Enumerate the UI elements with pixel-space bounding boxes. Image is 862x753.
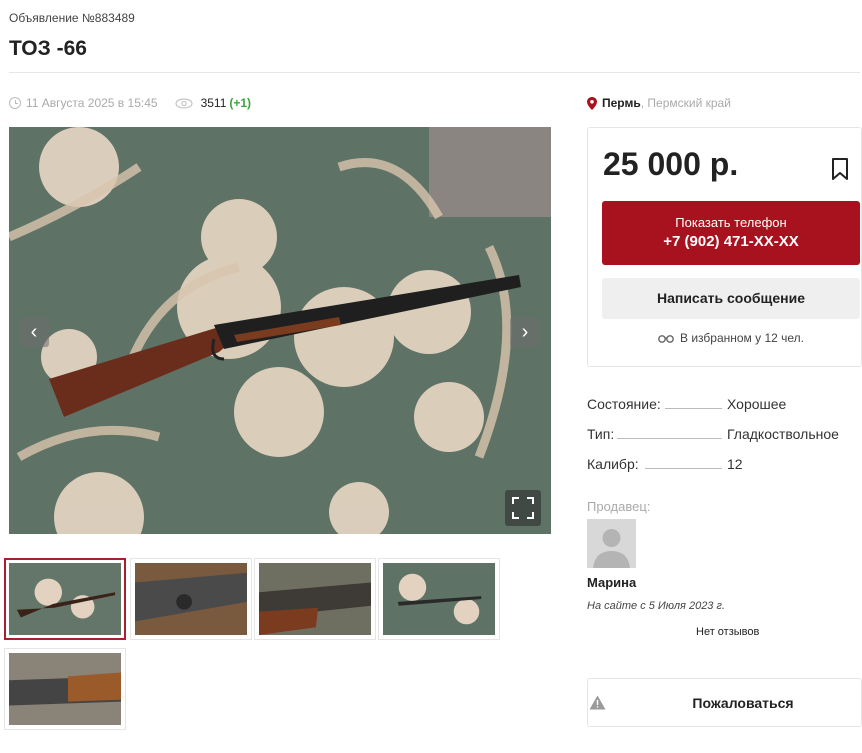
attribute-value: Гладкоствольное xyxy=(727,426,839,442)
gallery-thumbnail[interactable] xyxy=(254,558,376,640)
seller-label: Продавец: xyxy=(587,499,651,514)
favorites-count: В избранном у 12 чел. xyxy=(658,331,804,345)
views-delta: (+1) xyxy=(229,96,252,110)
thumbnail-image xyxy=(135,563,247,635)
show-phone-label: Показать телефон xyxy=(675,215,787,230)
location-region: , Пермский край xyxy=(640,96,731,110)
attribute-key: Состояние: xyxy=(587,396,661,412)
attribute-leader xyxy=(617,438,722,439)
attribute-value: Хорошее xyxy=(727,396,787,412)
thumbnail-image xyxy=(9,563,121,635)
gallery-next-button[interactable]: › xyxy=(510,317,540,347)
location-pin-icon xyxy=(587,96,597,110)
ad-number: Объявление №883489 xyxy=(9,11,135,25)
attribute-value: 12 xyxy=(727,456,743,472)
attribute-leader xyxy=(665,408,722,409)
gallery-thumbnail[interactable] xyxy=(378,558,500,640)
gallery-thumbnail[interactable] xyxy=(4,558,126,640)
fullscreen-button[interactable] xyxy=(505,490,541,526)
user-icon xyxy=(587,519,636,568)
price: 25 000 р. xyxy=(603,146,739,182)
listing-date: 11 Августа 2025 в 15:45 xyxy=(26,96,158,110)
thumbnail-image xyxy=(9,653,121,725)
attribute-row: Состояние: Хорошее xyxy=(587,396,862,426)
attribute-row: Калибр: 12 xyxy=(587,456,862,486)
show-phone-button[interactable]: Показать телефон +7 (902) 471-XX-XX xyxy=(602,201,860,265)
attribute-key: Тип: xyxy=(587,426,615,442)
seller-name[interactable]: Марина xyxy=(587,575,636,590)
favorites-text: В избранном у 12 чел. xyxy=(680,331,805,345)
title-divider xyxy=(9,72,860,73)
thumbnail-image xyxy=(259,563,371,635)
attribute-row: Тип: Гладкоствольное xyxy=(587,426,862,456)
thumbnail-image xyxy=(383,563,495,635)
page-title: ТОЗ -66 xyxy=(9,37,87,60)
location-city: Пермь xyxy=(602,96,641,110)
seller-since: На сайте с 5 Июля 2023 г. xyxy=(587,600,725,612)
shotgun-photo xyxy=(9,127,551,534)
location: Пермь , Пермский край xyxy=(587,96,731,110)
views-count: 3511 xyxy=(200,96,227,110)
write-message-button[interactable]: Написать сообщение xyxy=(602,278,860,319)
clock-icon xyxy=(9,97,21,109)
attribute-leader xyxy=(645,468,722,469)
avatar[interactable] xyxy=(587,519,636,568)
listing-meta: 11 Августа 2025 в 15:45 3511 (+1) xyxy=(9,96,251,110)
main-photo[interactable] xyxy=(9,127,551,534)
report-button[interactable]: Пожаловаться xyxy=(587,678,862,727)
gallery-thumbnail[interactable] xyxy=(4,648,126,730)
phone-number: +7 (902) 471-XX-XX xyxy=(663,233,799,250)
seller-reviews[interactable]: Нет отзывов xyxy=(696,626,759,638)
bookmark-icon[interactable] xyxy=(832,158,848,180)
attributes-list: Состояние: Хорошее Тип: Гладкоствольное … xyxy=(587,396,862,486)
gallery-thumbnail[interactable] xyxy=(130,558,252,640)
fullscreen-icon xyxy=(512,497,534,519)
report-label: Пожаловаться xyxy=(692,695,794,711)
gallery-prev-button[interactable]: ‹ xyxy=(19,317,49,347)
binoculars-icon xyxy=(658,335,674,343)
attribute-key: Калибр: xyxy=(587,456,639,472)
eye-icon xyxy=(175,98,193,108)
price-card: 25 000 р. Показать телефон +7 (902) 471-… xyxy=(587,127,862,367)
